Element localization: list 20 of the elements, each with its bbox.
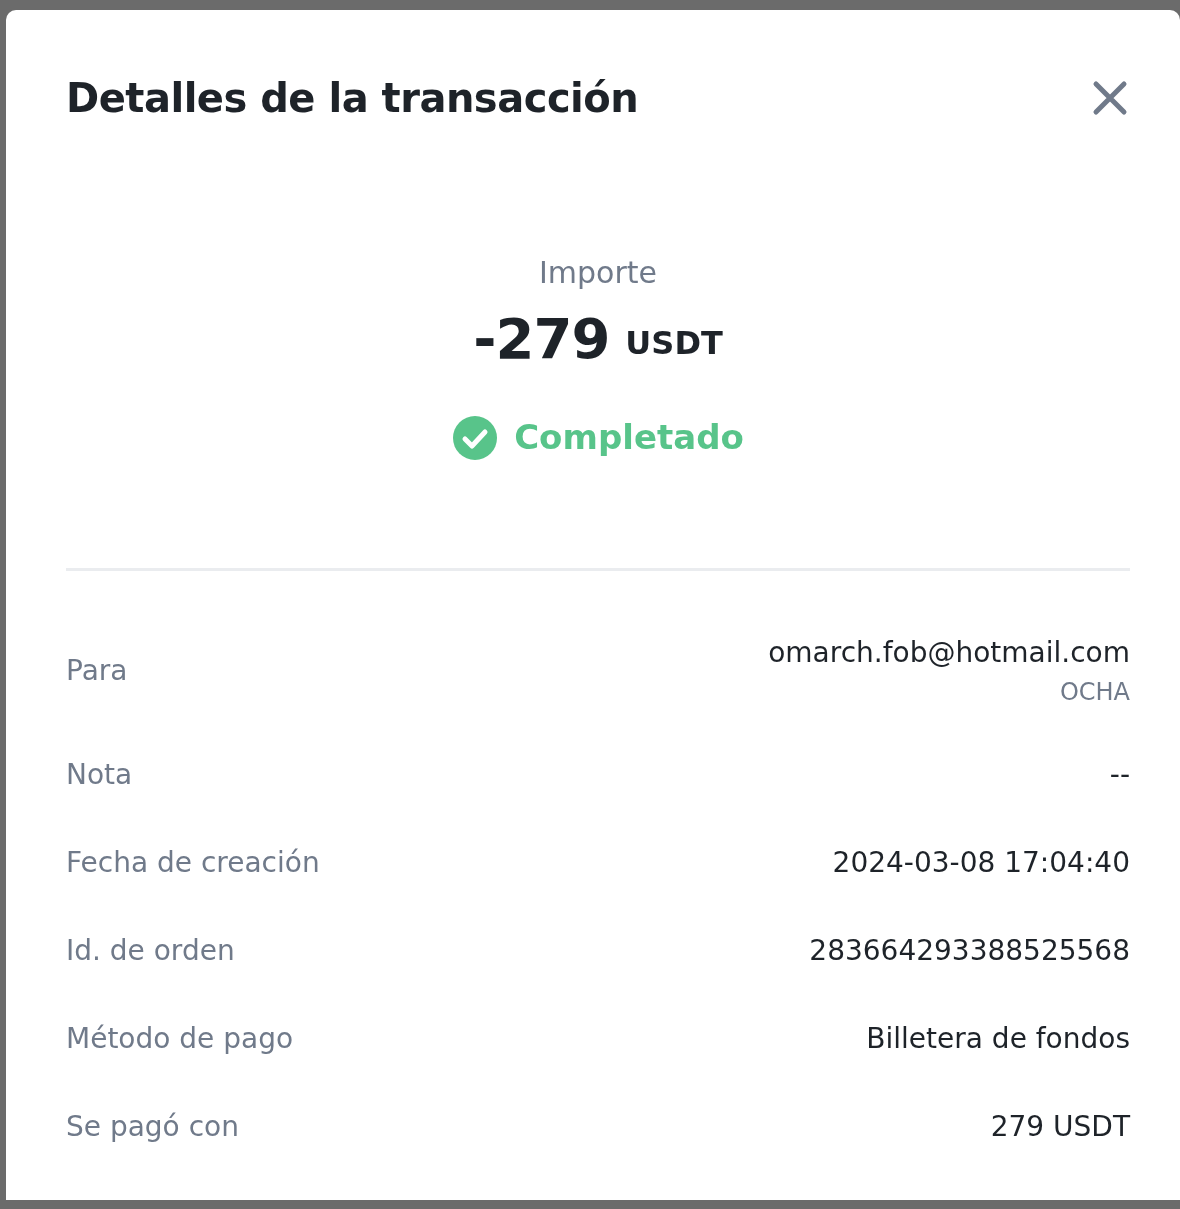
detail-label: Se pagó con [66, 1109, 239, 1145]
detail-value: omarch.fob@hotmail.com [768, 635, 1130, 671]
detail-value: Billetera de fondos [866, 1021, 1130, 1057]
detail-value: 279 USDT [990, 1109, 1130, 1145]
amount-value: -279 [473, 311, 610, 367]
dialog-title: Detalles de la transacción [66, 73, 639, 123]
detail-label: Id. de orden [66, 933, 235, 969]
detail-value: -- [1109, 757, 1130, 793]
detail-label: Para [66, 653, 128, 689]
detail-value: 283664293388525568 [809, 933, 1130, 969]
detail-label: Nota [66, 757, 133, 793]
detail-value: 2024-03-08 17:04:40 [832, 845, 1130, 881]
amount-label: Importe [539, 254, 657, 292]
detail-label: Fecha de creación [66, 845, 320, 881]
detail-label: Método de pago [66, 1021, 294, 1057]
currency-label: USDT [625, 323, 723, 364]
detail-subvalue: OCHA [1059, 677, 1130, 708]
check-circle-icon [452, 414, 499, 461]
close-icon [1092, 79, 1128, 116]
status-label: Completado [514, 416, 744, 459]
